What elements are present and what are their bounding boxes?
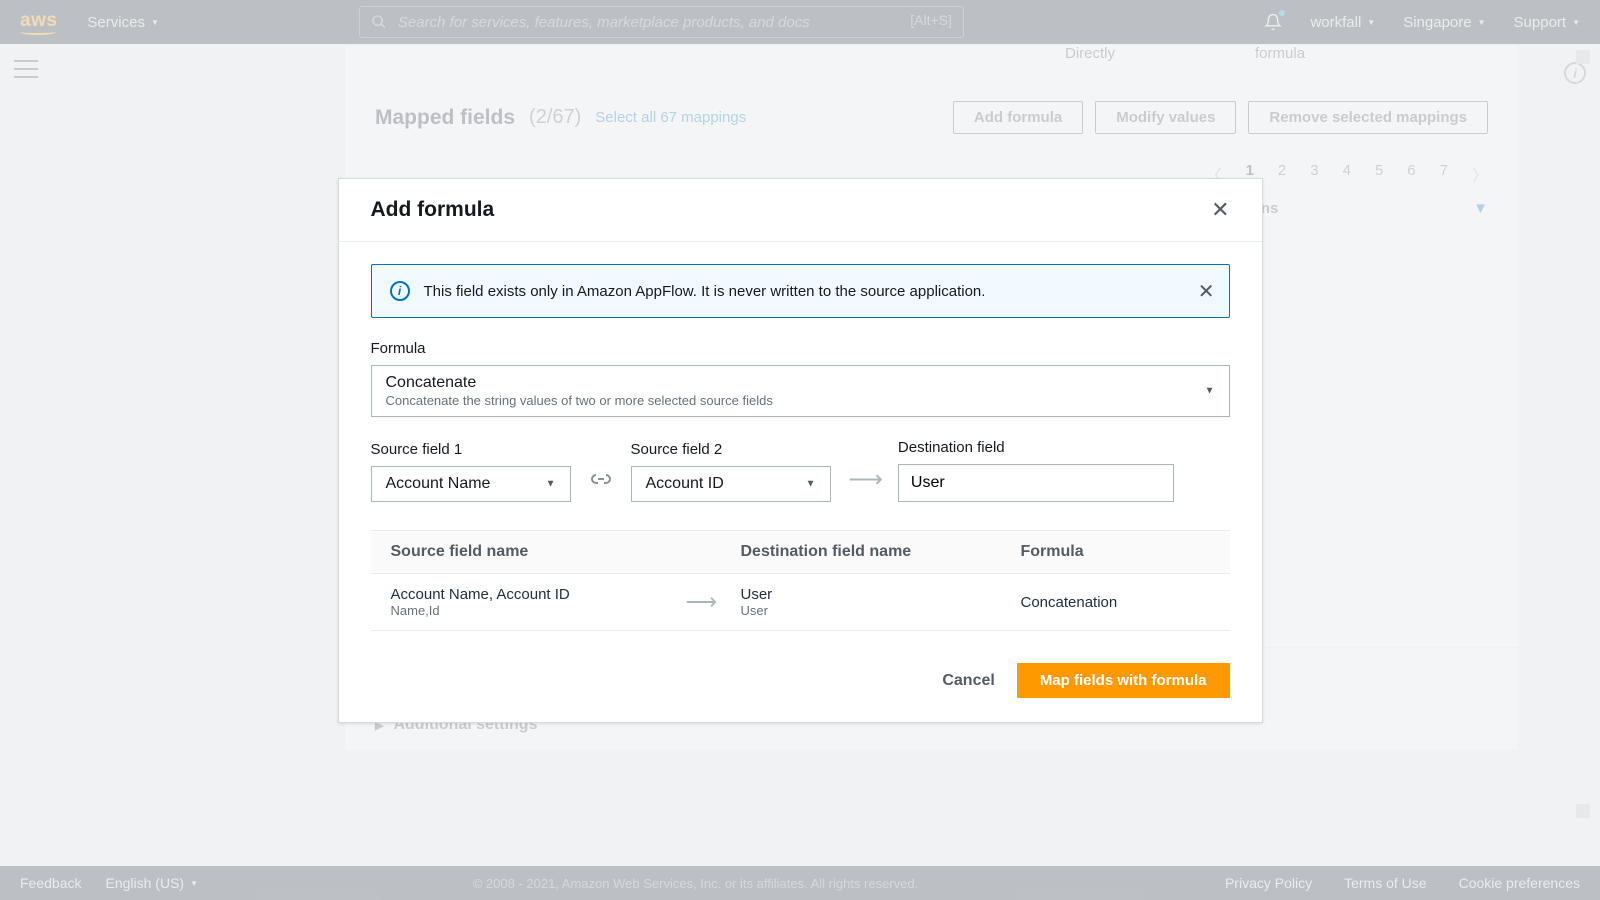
formula-select[interactable]: Concatenate Concatenate the string value…: [371, 365, 1230, 417]
arrow-right-icon: ⟶: [686, 589, 741, 615]
map-fields-button[interactable]: Map fields with formula: [1017, 663, 1230, 698]
chevron-down-icon: ▼: [806, 479, 816, 490]
chevron-down-icon: ▼: [1205, 386, 1215, 397]
modal-title: Add formula: [371, 198, 495, 222]
preview-table: Source field name Destination field name…: [371, 530, 1230, 631]
source1-select[interactable]: Account Name ▼: [371, 466, 571, 502]
source1-label: Source field 1: [371, 441, 571, 458]
th-destination: Destination field name: [741, 543, 1021, 561]
source2-select[interactable]: Account ID ▼: [631, 466, 831, 502]
link-icon: [589, 471, 613, 502]
cancel-button[interactable]: Cancel: [938, 664, 998, 698]
dismiss-alert-icon[interactable]: ✕: [1198, 279, 1215, 304]
modal-overlay: Add formula ✕ i This field exists only i…: [0, 0, 1600, 900]
preview-source-sub: Name,Id: [391, 603, 686, 618]
info-alert: i This field exists only in Amazon AppFl…: [371, 264, 1230, 318]
destination-label: Destination field: [898, 439, 1174, 456]
formula-label: Formula: [371, 340, 1230, 357]
source2-label: Source field 2: [631, 441, 831, 458]
formula-description: Concatenate the string values of two or …: [386, 393, 1215, 408]
arrow-right-icon: ⟶: [849, 465, 880, 502]
preview-formula: Concatenation: [1021, 594, 1181, 611]
info-icon: i: [390, 281, 410, 301]
th-source: Source field name: [391, 543, 741, 561]
th-formula: Formula: [1021, 543, 1181, 561]
table-row: Account Name, Account ID Name,Id ⟶ User …: [371, 574, 1230, 630]
close-icon[interactable]: ✕: [1211, 197, 1229, 223]
info-alert-text: This field exists only in Amazon AppFlow…: [424, 283, 986, 300]
add-formula-modal: Add formula ✕ i This field exists only i…: [338, 178, 1263, 723]
preview-dest: User: [741, 586, 1021, 603]
formula-value: Concatenate: [386, 374, 1215, 392]
preview-source: Account Name, Account ID: [391, 586, 686, 603]
chevron-down-icon: ▼: [546, 479, 556, 490]
preview-dest-sub: User: [741, 603, 1021, 618]
destination-input[interactable]: [898, 464, 1174, 502]
